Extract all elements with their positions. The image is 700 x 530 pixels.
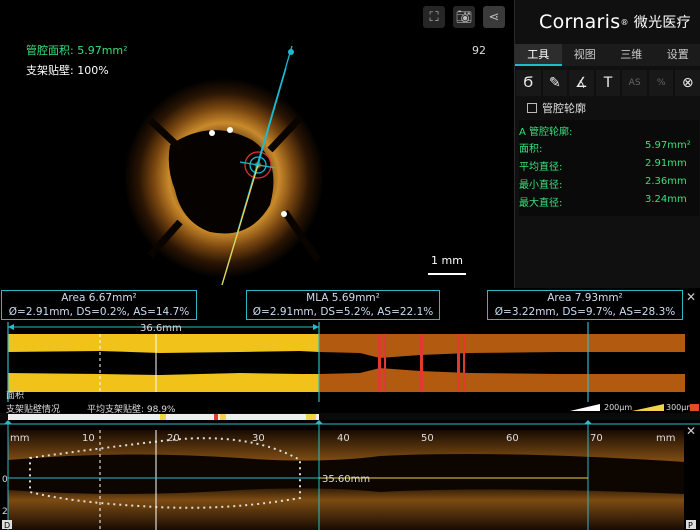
brand-logo-text: Cornaris bbox=[539, 11, 621, 33]
result-row-max-diameter: 最大直径: 3.24mm bbox=[519, 194, 699, 212]
fullscreen-button[interactable]: ⛶ bbox=[423, 6, 445, 28]
scale-bar-label: 1 mm bbox=[431, 254, 463, 267]
lasso-icon: Ϭ bbox=[523, 75, 534, 91]
result-key: 最小直径: bbox=[519, 180, 563, 191]
close-icon[interactable]: ✕ bbox=[686, 290, 696, 304]
result-row-area: 面积: 5.97mm² bbox=[519, 140, 699, 158]
result-value: 5.97mm² bbox=[645, 140, 691, 151]
stent-percent-icon: % bbox=[656, 78, 666, 88]
angle-icon: ∡ bbox=[575, 75, 588, 91]
lumen-area-value: 5.97mm² bbox=[77, 44, 128, 57]
clear-tool-button[interactable]: ⊗ bbox=[675, 70, 700, 96]
lumen-contour-label: 管腔轮廓 bbox=[542, 102, 586, 115]
angle-tool-button[interactable]: ∡ bbox=[569, 70, 594, 96]
mla-details: Ø=2.91mm, DS=5.2%, AS=22.1% bbox=[252, 306, 434, 318]
lumen-area-profile[interactable]: 36.6mm 面积 bbox=[0, 322, 700, 402]
axis-unit-left: mm bbox=[10, 433, 29, 444]
result-key: 最大直径: bbox=[519, 198, 563, 209]
tool-row: Ϭ ✎ ∡ T AS % ⊗ bbox=[515, 70, 700, 98]
stent-apposition-icon: AS bbox=[628, 78, 641, 88]
result-row-min-diameter: 最小直径: 2.36mm bbox=[519, 176, 699, 194]
lumen-contour-checkbox[interactable] bbox=[527, 103, 537, 113]
stent-percent-tool-button[interactable]: % bbox=[648, 70, 674, 96]
snapshot-button[interactable]: 📷︎ bbox=[453, 6, 475, 28]
lumen-contour-toggle[interactable]: 管腔轮廓 bbox=[527, 100, 586, 116]
text-tool-button[interactable]: T bbox=[595, 70, 621, 96]
apposition-legend: 200μm 300μm bbox=[560, 402, 700, 412]
left-tick-0: 0 bbox=[2, 475, 8, 485]
tab-settings[interactable]: 设置 bbox=[655, 44, 700, 66]
clear-icon: ⊗ bbox=[681, 75, 694, 91]
legend-200um: 200μm bbox=[604, 403, 632, 412]
result-row-mean-diameter: 平均直径: 2.91mm bbox=[519, 158, 699, 176]
result-value: 3.24mm bbox=[645, 194, 687, 205]
close-icon[interactable]: ✕ bbox=[686, 424, 696, 438]
distal-area: Area 7.93mm² bbox=[547, 292, 623, 304]
tick-10: 10 bbox=[82, 433, 95, 444]
scale-bar: 1 mm bbox=[428, 254, 466, 284]
left-tick-2: 2 bbox=[2, 507, 8, 517]
tick-50: 50 bbox=[421, 433, 434, 444]
stent-apposition-tool-button[interactable]: AS bbox=[622, 70, 647, 96]
lasso-tool-button[interactable]: Ϭ bbox=[516, 70, 541, 96]
tab-view[interactable]: 视图 bbox=[562, 44, 609, 66]
corner-label-proximal: P bbox=[688, 521, 693, 530]
result-key: 平均直径: bbox=[519, 162, 563, 173]
camera-icon: 📷︎ bbox=[455, 9, 473, 25]
ruler-icon: ✎ bbox=[549, 75, 561, 91]
mla-area: MLA 5.69mm² bbox=[306, 292, 380, 304]
proximal-reference-box[interactable]: Area 6.67mm² Ø=2.91mm, DS=0.2%, AS=14.7% bbox=[1, 290, 197, 320]
distal-reference-box[interactable]: Area 7.93mm² Ø=3.22mm, DS=9.7%, AS=28.3% bbox=[487, 290, 683, 320]
proximal-details: Ø=2.91mm, DS=0.2%, AS=14.7% bbox=[8, 306, 190, 318]
mla-box[interactable]: MLA 5.69mm² Ø=2.91mm, DS=5.2%, AS=22.1% bbox=[246, 290, 440, 320]
ruler-tool-button[interactable]: ✎ bbox=[542, 70, 568, 96]
tab-tools[interactable]: 工具 bbox=[515, 44, 562, 66]
axis-unit-right: mm bbox=[656, 433, 675, 444]
proximal-area: Area 6.67mm² bbox=[61, 292, 137, 304]
results-header: A 管腔轮廓: bbox=[519, 127, 573, 138]
text-icon: T bbox=[603, 75, 613, 91]
tick-40: 40 bbox=[337, 433, 350, 444]
corner-label-distal: D bbox=[4, 521, 10, 530]
tab-3d[interactable]: 三维 bbox=[608, 44, 655, 66]
oct-cross-section-viewer[interactable]: 管腔面积: 5.97mm² 支架贴壁: 100% 92 1 mm ⛶ 📷︎ ⋖ bbox=[0, 0, 514, 288]
tick-20: 20 bbox=[167, 433, 180, 444]
long-measurement-label: 35.60mm bbox=[322, 474, 370, 485]
brand-logo: Cornaris ® 微光医疗 bbox=[539, 10, 691, 34]
contour-results: A 管腔轮廓: 面积: 5.97mm² 平均直径: 2.91mm 最小直径: 2… bbox=[519, 120, 699, 216]
scale-bar-line bbox=[428, 273, 466, 275]
share-icon: ⋖ bbox=[488, 9, 500, 25]
apposition-label: 支架贴壁: bbox=[26, 64, 74, 77]
frame-number: 92 bbox=[472, 44, 486, 57]
panel-tabs: 工具 视图 三维 设置 bbox=[515, 44, 700, 66]
brand-mark: ® bbox=[620, 17, 629, 27]
side-panel: Cornaris ® 微光医疗 工具 视图 三维 设置 Ϭ ✎ ∡ T AS % … bbox=[514, 0, 700, 288]
apposition-readout: 支架贴壁: 100% bbox=[26, 62, 109, 78]
lumen-area-label: 管腔面积: bbox=[26, 44, 74, 57]
tick-70: 70 bbox=[590, 433, 603, 444]
apposition-value: 100% bbox=[77, 64, 109, 77]
stent-length-label: 36.6mm bbox=[140, 323, 182, 334]
brand-cn-name: 微光医疗 bbox=[633, 15, 691, 31]
lumen-area-readout: 管腔面积: 5.97mm² bbox=[26, 42, 128, 58]
tick-30: 30 bbox=[252, 433, 265, 444]
result-value: 2.91mm bbox=[645, 158, 687, 169]
result-key: 面积: bbox=[519, 144, 543, 155]
profile-axis-label: 面积 bbox=[6, 389, 24, 401]
longitudinal-view[interactable]: 35.60mm mm 10 20 30 40 50 60 70 mm 0 2 D… bbox=[0, 420, 700, 530]
distal-details: Ø=3.22mm, DS=9.7%, AS=28.3% bbox=[494, 306, 676, 318]
share-button[interactable]: ⋖ bbox=[483, 6, 505, 28]
fullscreen-icon: ⛶ bbox=[429, 9, 439, 25]
result-value: 2.36mm bbox=[645, 176, 687, 187]
tick-60: 60 bbox=[506, 433, 519, 444]
